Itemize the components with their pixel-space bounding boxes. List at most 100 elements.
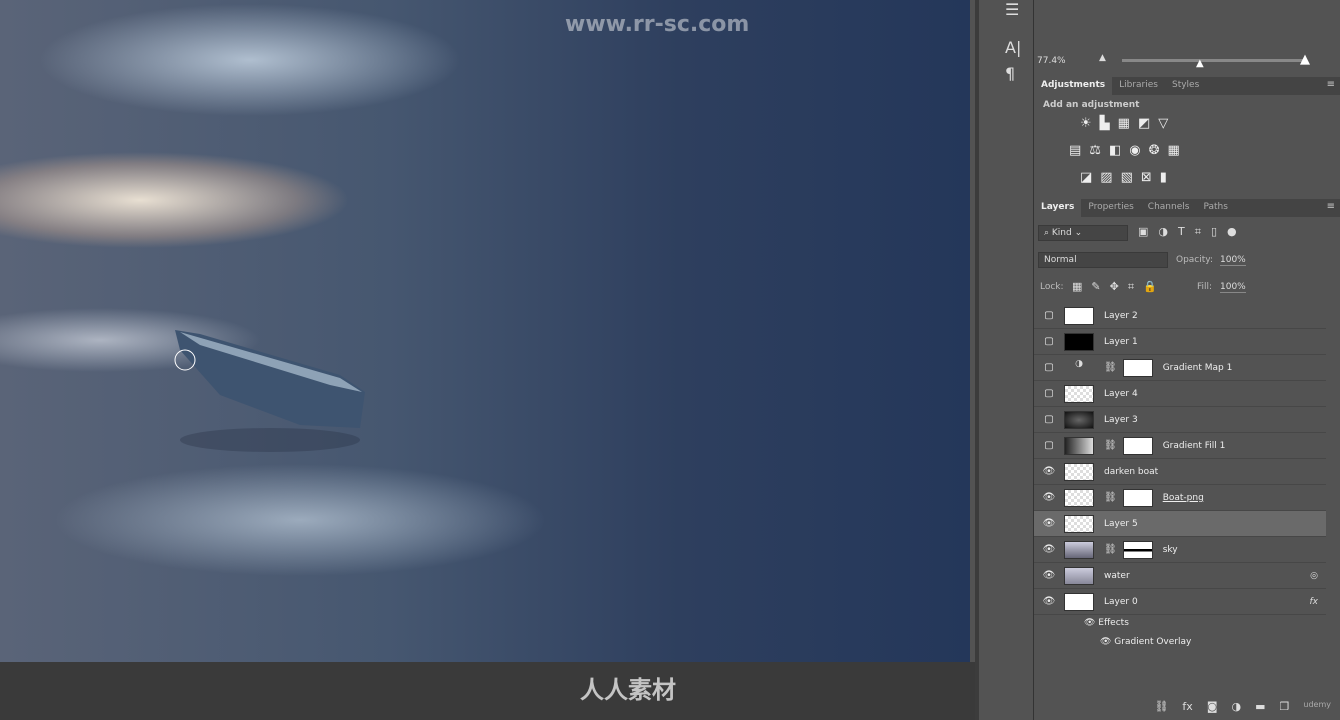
lock-artboard-icon[interactable]: ⌗ [1128, 280, 1134, 294]
tab-layers[interactable]: Layers [1034, 199, 1082, 217]
color-lookup-icon[interactable]: ▦ [1168, 143, 1180, 158]
smart-object-filter-icon[interactable]: ▯ [1211, 225, 1217, 239]
zoom-slider-handle[interactable]: ▲ [1196, 58, 1204, 69]
layer-mask-thumbnail[interactable] [1122, 436, 1153, 455]
hue-saturation-icon[interactable]: ▤ [1069, 143, 1081, 158]
zoom-slider[interactable] [1122, 59, 1305, 62]
lock-all-icon[interactable]: 🔒 [1143, 280, 1157, 294]
layer-row[interactable]: 👁 ⛓ sky [1034, 537, 1326, 563]
layer-name: Gradient Fill 1 [1162, 440, 1226, 451]
visibility-eye-icon[interactable]: 👁 [1034, 596, 1064, 607]
new-layer-icon[interactable]: ❐ [1280, 700, 1290, 715]
black-white-icon[interactable]: ◧ [1109, 143, 1121, 158]
type-filter-icon[interactable]: T [1178, 225, 1185, 239]
gradient-overlay-row[interactable]: 👁 Gradient Overlay [1100, 637, 1191, 647]
vibrance-icon[interactable]: ▽ [1158, 116, 1168, 131]
layer-row[interactable]: 👁 Layer 0 fx [1034, 589, 1326, 615]
opacity-input[interactable]: 100% [1220, 255, 1246, 266]
fill-input[interactable]: 100% [1220, 282, 1246, 293]
fx-icon[interactable]: fx [1182, 700, 1192, 715]
visibility-eye-icon[interactable]: 👁 [1034, 544, 1064, 555]
brightness-icon[interactable]: ☀ [1080, 116, 1092, 131]
channel-mixer-icon[interactable]: ❂ [1149, 143, 1160, 158]
layer-name: sky [1162, 544, 1178, 555]
layer-row[interactable]: ▢ Layer 3 [1034, 407, 1326, 433]
posterize-icon[interactable]: ▨ [1100, 170, 1112, 185]
smart-filter-icon[interactable]: ◎ [1310, 571, 1318, 581]
layer-row[interactable]: 👁 Layer 5 [1034, 511, 1326, 537]
visibility-toggle[interactable]: ▢ [1034, 388, 1064, 399]
layer-row[interactable]: ▢ Layer 4 [1034, 381, 1326, 407]
chain-link-icon[interactable]: ⛓ [1104, 440, 1117, 451]
layer-mask-thumbnail[interactable] [1122, 358, 1153, 377]
layer-row[interactable]: 👁 water ◎ [1034, 563, 1326, 589]
layer-row[interactable]: 👁 darken boat [1034, 459, 1326, 485]
character-icon[interactable]: A| [1005, 38, 1021, 57]
effects-label: Effects [1098, 618, 1129, 628]
effects-row[interactable]: 👁 Effects [1084, 618, 1129, 628]
tab-properties[interactable]: Properties [1081, 199, 1140, 217]
blend-mode-select[interactable]: Normal [1038, 252, 1168, 268]
group-icon[interactable]: ▬ [1255, 700, 1265, 715]
layer-row[interactable]: 👁 ⛓ Boat-png [1034, 485, 1326, 511]
layer-thumbnail [1064, 592, 1094, 611]
tab-styles[interactable]: Styles [1165, 77, 1206, 95]
layer-name: darken boat [1104, 466, 1159, 477]
visibility-toggle[interactable]: ▢ [1034, 362, 1064, 373]
visibility-eye-icon[interactable]: 👁 [1034, 466, 1064, 477]
filter-toggle-icon[interactable]: ● [1227, 225, 1237, 239]
layer-thumbnail [1064, 566, 1094, 585]
fx-badge-icon[interactable]: fx [1310, 597, 1319, 607]
adjustment-filter-icon[interactable]: ◑ [1158, 225, 1168, 239]
layer-mask-thumbnail[interactable] [1122, 488, 1153, 507]
chain-link-icon[interactable]: ⛓ [1104, 492, 1117, 503]
visibility-toggle[interactable]: ▢ [1034, 414, 1064, 425]
color-balance-icon[interactable]: ⚖ [1089, 143, 1101, 158]
layer-name: Boat-png [1162, 492, 1204, 503]
zoom-out-icon[interactable]: ▲ [1099, 53, 1106, 63]
layer-row[interactable]: ▢ ⛓ Gradient Fill 1 [1034, 433, 1326, 459]
layer-mask-thumbnail[interactable] [1122, 540, 1153, 559]
chain-link-icon[interactable]: ⛓ [1104, 362, 1117, 373]
gradient-map-icon[interactable]: ▮ [1160, 170, 1167, 185]
photo-filter-icon[interactable]: ◉ [1129, 143, 1140, 158]
zoom-in-icon[interactable]: ▲ [1300, 52, 1310, 67]
visibility-toggle[interactable]: ▢ [1034, 440, 1064, 451]
invert-icon[interactable]: ◪ [1080, 170, 1092, 185]
adjustment-row-3: ◪ ▨ ▧ ⊠ ▮ [1080, 170, 1167, 185]
paragraph-icon[interactable]: ¶ [1005, 64, 1015, 83]
document-canvas[interactable]: www.rr-sc.com [0, 0, 970, 662]
levels-icon[interactable]: ▙ [1100, 116, 1110, 131]
visibility-toggle[interactable]: ▢ [1034, 336, 1064, 347]
layer-row[interactable]: ▢ Layer 2 [1034, 303, 1326, 329]
selective-color-icon[interactable]: ⊠ [1141, 170, 1152, 185]
lock-transparency-icon[interactable]: ▦ [1072, 280, 1082, 294]
visibility-toggle[interactable]: ▢ [1034, 310, 1064, 321]
link-layers-icon[interactable]: ⛓ [1154, 700, 1168, 715]
layer-row[interactable]: ▢ ◑ ⛓ Gradient Map 1 [1034, 355, 1326, 381]
properties-icon[interactable]: ☰ [1005, 0, 1019, 19]
visibility-eye-icon[interactable]: 👁 [1034, 518, 1064, 529]
tab-paths[interactable]: Paths [1196, 199, 1234, 217]
pixel-filter-icon[interactable]: ▣ [1138, 225, 1148, 239]
opacity-label: Opacity: [1176, 255, 1213, 265]
lock-paint-icon[interactable]: ✎ [1091, 280, 1100, 294]
tab-libraries[interactable]: Libraries [1112, 77, 1165, 95]
lock-position-icon[interactable]: ✥ [1110, 280, 1119, 294]
tab-channels[interactable]: Channels [1141, 199, 1197, 217]
adjustments-heading: Add an adjustment [1043, 100, 1140, 110]
panel-menu-icon[interactable]: ≡ [1327, 79, 1335, 90]
tab-adjustments[interactable]: Adjustments [1034, 77, 1113, 95]
mask-icon[interactable]: ◙ [1207, 700, 1218, 715]
curves-icon[interactable]: ▦ [1118, 116, 1130, 131]
visibility-eye-icon[interactable]: 👁 [1034, 570, 1064, 581]
shape-filter-icon[interactable]: ⌗ [1195, 225, 1201, 239]
visibility-eye-icon[interactable]: 👁 [1034, 492, 1064, 503]
layer-row[interactable]: ▢ Layer 1 [1034, 329, 1326, 355]
filter-kind-select[interactable]: ⌕ Kind ⌄ [1038, 225, 1128, 241]
threshold-icon[interactable]: ▧ [1121, 170, 1133, 185]
new-adjustment-icon[interactable]: ◑ [1232, 700, 1242, 715]
exposure-icon[interactable]: ◩ [1138, 116, 1150, 131]
chain-link-icon[interactable]: ⛓ [1104, 544, 1117, 555]
layers-menu-icon[interactable]: ≡ [1327, 201, 1335, 212]
